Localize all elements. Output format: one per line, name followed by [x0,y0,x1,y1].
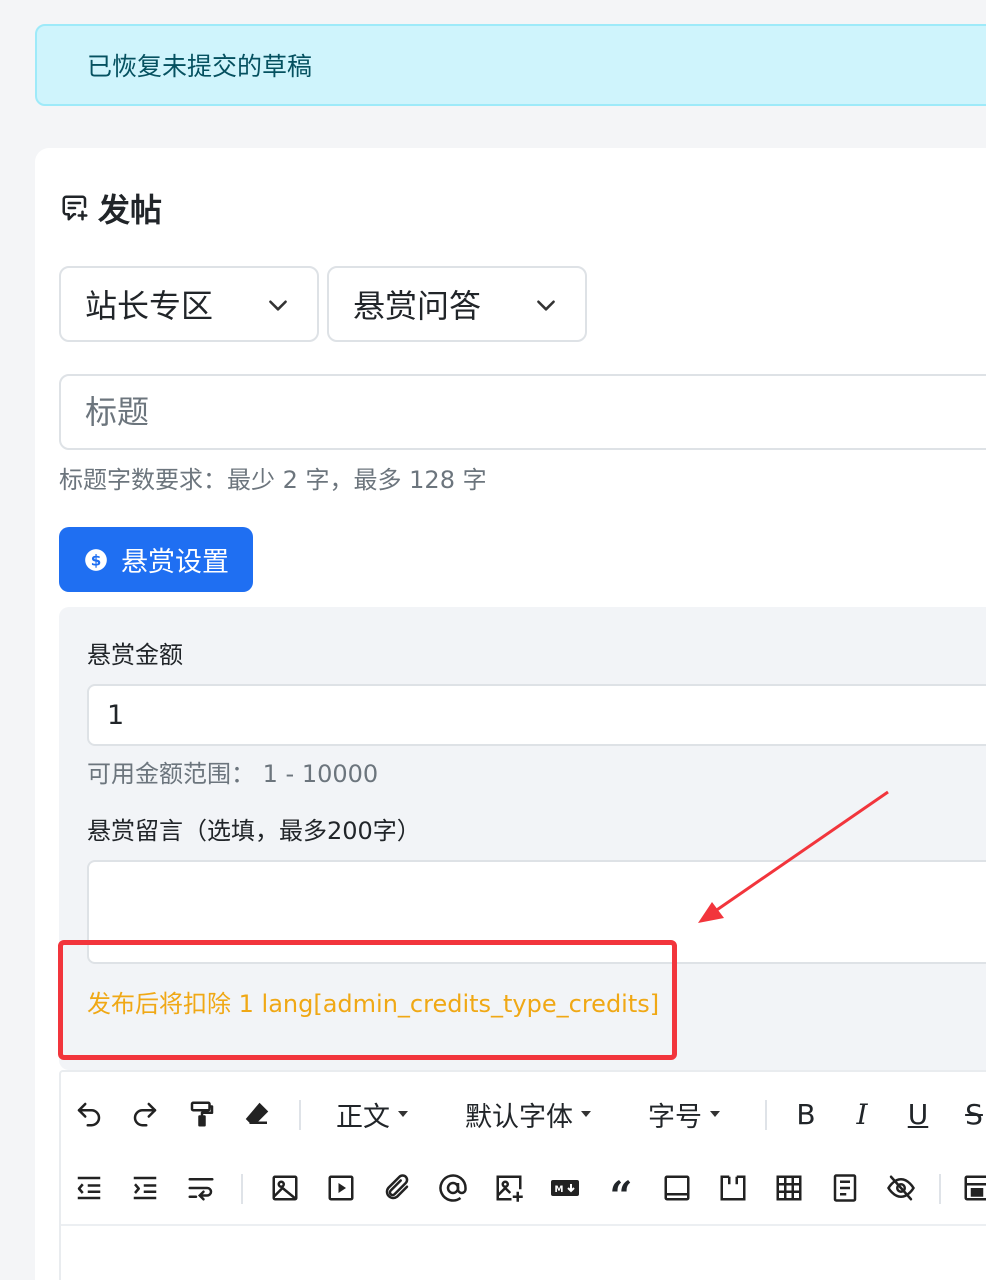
video-icon[interactable] [325,1166,357,1210]
draft-restored-alert: 已恢复未提交的草稿 [35,24,986,106]
dollar-circle-icon: $ [85,548,107,571]
mention-icon[interactable] [437,1166,469,1210]
attachment-icon[interactable] [381,1166,413,1210]
toolbar-divider [241,1174,243,1204]
reward-settings-label: 悬赏设置 [121,547,229,578]
caret-down-icon [581,1111,591,1117]
bold-label: B [796,1097,816,1131]
line-wrap-icon[interactable] [185,1166,217,1210]
toolbar-divider [299,1100,301,1130]
font-size-label: 字号 [648,1101,702,1133]
font-size-dropdown[interactable]: 字号 [643,1092,725,1136]
outdent-icon[interactable] [73,1166,105,1210]
title-help-text: 标题字数要求：最少 2 字，最多 128 字 [59,466,487,494]
underline-label: U [907,1097,929,1131]
undo-icon[interactable] [73,1092,105,1136]
caret-down-icon [398,1111,408,1117]
horizontal-rule-icon[interactable] [661,1166,693,1210]
svg-text:M: M [555,1185,564,1195]
eraser-icon[interactable] [241,1092,273,1136]
reward-message-textarea[interactable] [87,860,986,964]
title-input[interactable] [59,374,986,450]
strikethrough-button[interactable]: S [959,1092,986,1136]
caret-down-icon [710,1111,720,1117]
paragraph-style-dropdown[interactable]: 正文 [331,1092,413,1136]
strikethrough-label: S [965,1097,983,1131]
chevron-down-icon [537,300,555,311]
italic-label: I [856,1097,868,1131]
forum-select-value: 站长专区 [85,287,214,325]
redo-icon[interactable] [129,1092,161,1136]
toolbar-divider [939,1174,941,1204]
format-painter-icon[interactable] [186,1092,218,1136]
table-icon[interactable] [773,1166,805,1210]
alert-message: 已恢复未提交的草稿 [87,52,313,81]
image-edit-icon[interactable] [493,1166,525,1210]
toolbar-divider [765,1100,767,1130]
paragraph-style-label: 正文 [336,1101,390,1133]
chat-plus-icon [62,195,88,221]
font-family-label: 默认字体 [465,1101,573,1133]
post-type-select[interactable]: 悬赏问答 [327,266,587,342]
chevron-down-icon [269,300,287,311]
svg-text:$: $ [91,551,102,569]
reward-amount-input[interactable] [87,684,986,746]
editor-toolbar-separator [61,1224,986,1226]
page-title-text: 发帖 [98,191,163,229]
reward-amount-label: 悬赏金额 [87,641,183,669]
rich-text-editor[interactable]: 正文 默认字体 字号 B I U S M “ [59,1070,986,1280]
editor-toolbar-row-1: 正文 默认字体 字号 B I U S [61,1084,986,1144]
markdown-icon[interactable]: M [547,1166,583,1210]
forum-select[interactable]: 站长专区 [59,266,319,342]
document-icon[interactable] [829,1166,861,1210]
layout-icon[interactable] [961,1166,986,1210]
bold-button[interactable]: B [791,1092,821,1136]
italic-button[interactable]: I [847,1092,877,1136]
quote-glyph: “ [609,1172,633,1220]
reward-settings-button[interactable]: $ 悬赏设置 [59,527,253,592]
deduction-notice: 发布后将扣除 1 lang[admin_credits_type_credits… [87,990,660,1018]
underline-button[interactable]: U [903,1092,933,1136]
indent-icon[interactable] [129,1166,161,1210]
amount-range-text: 可用金额范围： 1 - 10000 [87,760,379,788]
image-icon[interactable] [269,1166,301,1210]
code-block-icon[interactable] [717,1166,749,1210]
editor-toolbar-row-2: M “ [61,1158,986,1220]
quote-icon[interactable]: “ [605,1166,637,1220]
hide-content-icon[interactable] [885,1166,917,1210]
page-title: 发帖 [60,186,162,230]
reward-message-label: 悬赏留言（选填，最多200字） [87,817,421,845]
font-family-dropdown[interactable]: 默认字体 [459,1092,597,1136]
post-type-select-value: 悬赏问答 [353,287,482,325]
